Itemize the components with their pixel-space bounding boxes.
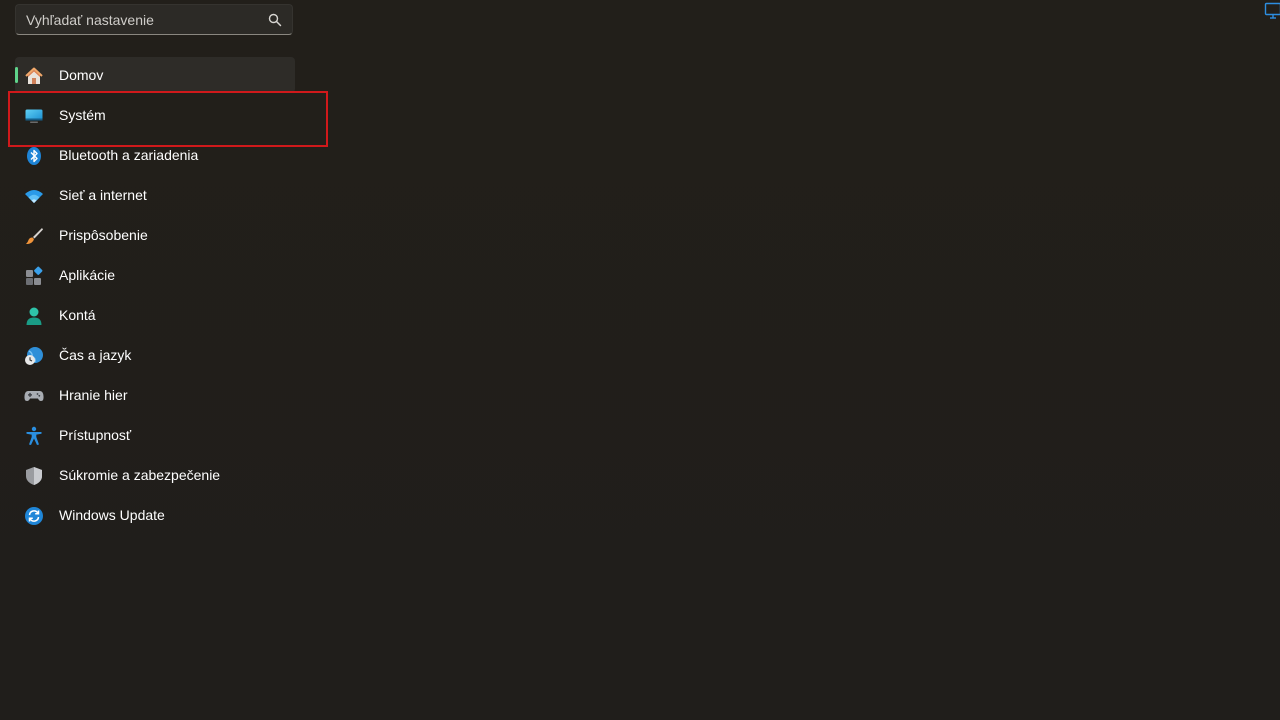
display-icon[interactable] — [1264, 2, 1280, 20]
sidebar-nav: Domov Systém Bluetooth a zariadenia Sieť… — [15, 57, 295, 537]
sidebar-item-time-language[interactable]: Čas a jazyk — [15, 337, 295, 373]
gamepad-icon — [24, 386, 44, 406]
sidebar-item-gaming[interactable]: Hranie hier — [15, 377, 295, 413]
sidebar-item-apps[interactable]: Aplikácie — [15, 257, 295, 293]
shield-icon — [24, 466, 44, 486]
sidebar-item-label: Aplikácie — [59, 267, 116, 283]
update-icon — [24, 506, 44, 526]
time-language-icon — [24, 346, 44, 366]
search-input[interactable] — [16, 5, 256, 34]
active-indicator — [15, 67, 18, 83]
sidebar-item-label: Súkromie a zabezpečenie — [59, 467, 221, 483]
search-icon[interactable] — [268, 13, 282, 27]
system-display-icon — [24, 106, 44, 126]
sidebar-item-system[interactable]: Systém — [15, 97, 295, 133]
bluetooth-icon — [24, 146, 44, 166]
sidebar-item-label: Domov — [59, 67, 104, 83]
sidebar-item-personalization[interactable]: Prispôsobenie — [15, 217, 295, 253]
search-box[interactable] — [15, 4, 293, 35]
sidebar-item-home[interactable]: Domov — [15, 57, 295, 93]
wifi-icon — [24, 186, 44, 206]
sidebar-item-label: Sieť a internet — [59, 187, 147, 203]
sidebar-item-windows-update[interactable]: Windows Update — [15, 497, 295, 533]
sidebar-item-accounts[interactable]: Kontá — [15, 297, 295, 333]
apps-icon — [24, 266, 44, 286]
sidebar-item-label: Čas a jazyk — [59, 347, 132, 363]
home-icon — [24, 66, 44, 86]
paintbrush-icon — [24, 226, 44, 246]
accessibility-icon — [24, 426, 44, 446]
sidebar-item-label: Prispôsobenie — [59, 227, 148, 243]
account-icon — [24, 306, 44, 326]
sidebar-item-privacy-security[interactable]: Súkromie a zabezpečenie — [15, 457, 295, 493]
sidebar-item-label: Systém — [59, 107, 106, 123]
settings-window: Domov Systém — [0, 0, 1280, 720]
sidebar-item-label: Prístupnosť — [59, 427, 132, 443]
sidebar-item-accessibility[interactable]: Prístupnosť — [15, 417, 295, 453]
sidebar-item-label: Bluetooth a zariadenia — [59, 147, 199, 163]
sidebar-item-label: Hranie hier — [59, 387, 128, 403]
sidebar-item-label: Windows Update — [59, 507, 165, 523]
sidebar-item-network[interactable]: Sieť a internet — [15, 177, 295, 213]
sidebar-item-label: Kontá — [59, 307, 96, 323]
sidebar-item-bluetooth[interactable]: Bluetooth a zariadenia — [15, 137, 295, 173]
